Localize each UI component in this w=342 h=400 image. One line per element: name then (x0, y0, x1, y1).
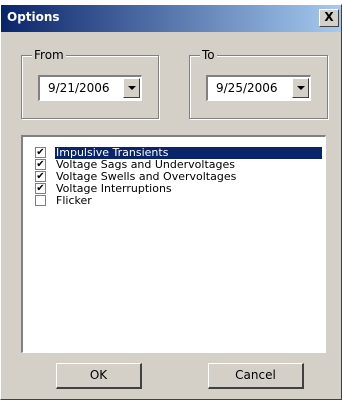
from-group: From 9/21/2006 (21, 48, 159, 119)
close-icon: X (324, 10, 334, 24)
from-label: From (32, 48, 66, 62)
list-item[interactable]: Flicker (23, 195, 325, 207)
window-title: Options (7, 10, 60, 24)
from-date-picker[interactable]: 9/21/2006 (38, 75, 142, 101)
to-label: To (200, 48, 217, 62)
event-type-list[interactable]: ✔ Impulsive Transients ✔ Voltage Sags and U… (21, 135, 326, 353)
title-bar[interactable]: Options X (1, 5, 341, 32)
checkbox-checked[interactable]: ✔ (35, 147, 46, 158)
list-item-label: Flicker (56, 194, 92, 207)
close-button[interactable]: X (319, 9, 339, 27)
ok-button[interactable]: OK (56, 363, 142, 389)
to-date-picker[interactable]: 9/25/2006 (206, 75, 311, 101)
chevron-down-icon (297, 86, 305, 90)
checkbox-checked[interactable]: ✔ (35, 171, 46, 182)
chevron-down-icon (128, 86, 136, 90)
to-dropdown-button[interactable] (292, 78, 309, 98)
checkmark-icon: ✔ (36, 183, 45, 194)
cancel-button[interactable]: Cancel (208, 363, 304, 389)
options-dialog: Options X From 9/21/2006 To 9/25/2006 ✔ I… (0, 4, 342, 400)
to-group: To 9/25/2006 (189, 48, 328, 119)
to-date-value: 9/25/2006 (216, 81, 278, 95)
checkmark-icon: ✔ (36, 171, 45, 182)
checkbox-unchecked[interactable] (35, 195, 46, 206)
checkbox-checked[interactable]: ✔ (35, 159, 46, 170)
from-date-value: 9/21/2006 (48, 81, 110, 95)
checkmark-icon: ✔ (36, 147, 45, 158)
checkmark-icon: ✔ (36, 159, 45, 170)
checkbox-checked[interactable]: ✔ (35, 183, 46, 194)
from-dropdown-button[interactable] (123, 78, 140, 98)
